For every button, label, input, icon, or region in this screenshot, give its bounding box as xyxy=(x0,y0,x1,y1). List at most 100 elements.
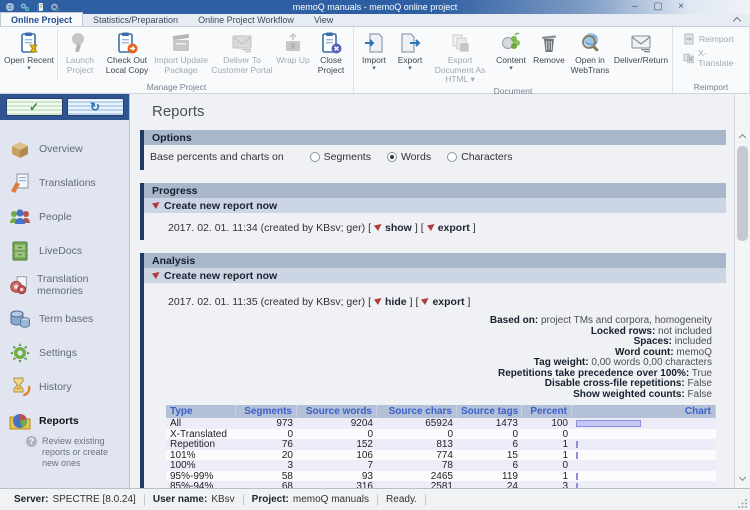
people-icon xyxy=(8,205,32,229)
red-flag-icon xyxy=(374,224,382,232)
content-icon xyxy=(499,30,523,56)
sidebar-item-overview[interactable]: Overview xyxy=(0,132,129,166)
resize-grip[interactable] xyxy=(738,498,748,508)
hide-report-link[interactable]: hide xyxy=(385,296,407,308)
tab-online-project[interactable]: Online Project xyxy=(0,12,83,26)
row-chart-cell xyxy=(572,440,716,448)
contacts-book-icon[interactable] xyxy=(35,2,45,12)
wrap-up-button[interactable]: Wrap Up xyxy=(275,28,311,81)
row-chart-cell xyxy=(572,419,716,427)
vertical-scrollbar[interactable] xyxy=(734,94,750,488)
sidebar-item-settings[interactable]: Settings xyxy=(0,336,129,370)
column-header-source-chars[interactable]: Source chars xyxy=(377,405,457,418)
radio-circle-icon xyxy=(387,152,397,162)
reimport-button[interactable]: Reimport xyxy=(683,33,739,45)
close-project-button[interactable]: Close Project xyxy=(311,28,351,81)
setting-label: Locked rows: xyxy=(591,326,655,337)
x-translate-button[interactable]: X-Translate xyxy=(683,48,739,68)
import-button[interactable]: Import ▾ xyxy=(356,28,392,85)
radio-circle-icon xyxy=(447,152,457,162)
tab-view[interactable]: View xyxy=(304,13,343,26)
export-button[interactable]: Export ▾ xyxy=(392,28,428,85)
radio-characters[interactable]: Characters xyxy=(447,151,512,163)
sidebar-item-livedocs[interactable]: LiveDocs xyxy=(0,234,129,268)
options-header: Options xyxy=(144,130,726,145)
deliver-return-button[interactable]: Deliver/Return xyxy=(612,28,670,85)
remove-button[interactable]: Remove xyxy=(530,28,568,85)
row-type: 85%-94% xyxy=(166,480,236,488)
column-header-type[interactable]: Type xyxy=(166,405,236,418)
content-button[interactable]: Content ▾ xyxy=(492,28,530,85)
sidebar-item-term-bases[interactable]: Term bases xyxy=(0,302,129,336)
ribbon-collapse-button[interactable] xyxy=(732,16,742,24)
scroll-down-button[interactable] xyxy=(735,471,750,486)
column-header-percent[interactable]: Percent xyxy=(522,405,572,418)
ribbon-button-label: Check Out Local Copy xyxy=(101,56,153,75)
ribbon-group-manage-project: Open Recent ▾ Launch Project Check Out L… xyxy=(0,27,354,93)
scroll-up-button[interactable] xyxy=(735,128,750,143)
red-flag-icon xyxy=(152,272,160,280)
help-icon[interactable]: ? xyxy=(26,436,37,447)
setting-value: project TMs and corpora, homogeneity xyxy=(538,315,712,326)
column-header-source-words[interactable]: Source words xyxy=(297,405,377,418)
status-user-label: User name: xyxy=(153,494,207,505)
server-settings-icon[interactable] xyxy=(50,2,60,12)
column-header-source-tags[interactable]: Source tags xyxy=(457,405,522,418)
deliver-to-customer-portal-button[interactable]: Deliver To Customer Portal xyxy=(209,28,275,81)
sidebar-item-reports[interactable]: Reports xyxy=(0,404,129,438)
table-row[interactable]: 85%-94%683162581243 xyxy=(166,481,716,488)
check-out-local-copy-button[interactable]: Check Out Local Copy xyxy=(101,28,153,81)
progress-create-report-link[interactable]: Create new report now xyxy=(144,198,726,213)
section-header-label: Options xyxy=(152,132,192,144)
ribbon-button-label: Export Document As HTML ▾ xyxy=(428,56,492,85)
tab-online-project-workflow[interactable]: Online Project Workflow xyxy=(188,13,304,26)
dropdown-caret-icon: ▾ xyxy=(27,66,31,72)
ribbon-button-label: Deliver To Customer Portal xyxy=(209,56,275,75)
column-header-segments[interactable]: Segments xyxy=(236,405,297,418)
radio-circle-icon xyxy=(310,152,320,162)
status-divider xyxy=(425,494,426,506)
close-button[interactable]: × xyxy=(674,1,688,13)
export-report-link[interactable]: export xyxy=(432,296,464,308)
bracket: ] xyxy=(468,296,471,308)
sidebar-action-strip: ✓ ↻ xyxy=(0,94,129,120)
tab-statistics-preparation[interactable]: Statistics/Preparation xyxy=(83,13,188,26)
radio-segments[interactable]: Segments xyxy=(310,151,371,163)
sidebar-item-history[interactable]: History xyxy=(0,370,129,404)
gears-icon[interactable] xyxy=(20,2,30,12)
confirm-button[interactable]: ✓ xyxy=(6,98,63,116)
minimize-button[interactable]: – xyxy=(628,1,642,13)
wrap-up-icon xyxy=(281,30,305,56)
ribbon-button-label: Close Project xyxy=(311,56,351,75)
maximize-button[interactable]: ▢ xyxy=(651,1,665,13)
quick-access-toolbar xyxy=(5,2,60,12)
import-update-package-button[interactable]: Import Update Package xyxy=(153,28,209,81)
column-header-chart[interactable]: Chart xyxy=(572,405,716,418)
sidebar-item-translations[interactable]: Translations xyxy=(0,166,129,200)
report-entry-text: 2017. 02. 01. 11:35 (created by KBsv; ge… xyxy=(168,296,365,308)
export-report-link[interactable]: export xyxy=(438,222,470,234)
row-source-chars: 2581 xyxy=(377,480,457,488)
sidebar-item-translation-memories[interactable]: Translation memories xyxy=(0,268,129,302)
open-recent-button[interactable]: Open Recent ▾ xyxy=(2,28,56,81)
radio-words[interactable]: Words xyxy=(387,151,431,163)
show-report-link[interactable]: show xyxy=(385,222,412,234)
analysis-create-report-link[interactable]: Create new report now xyxy=(144,268,726,283)
history-icon xyxy=(8,375,32,399)
status-project: Project: memoQ manuals xyxy=(244,494,377,505)
setting-label: Tag weight: xyxy=(534,357,589,368)
open-in-webtrans-button[interactable]: Open in WebTrans xyxy=(568,28,612,85)
globe-icon[interactable] xyxy=(5,2,15,12)
row-chart-cell xyxy=(572,472,716,480)
refresh-button[interactable]: ↻ xyxy=(67,98,124,116)
launch-project-button[interactable]: Launch Project xyxy=(59,28,101,81)
scrollbar-thumb[interactable] xyxy=(737,146,748,241)
row-segments: 68 xyxy=(236,480,297,488)
create-link-label: Create new report now xyxy=(164,200,277,212)
report-entry-text: 2017. 02. 01. 11:34 (created by KBsv; ge… xyxy=(168,222,365,234)
sidebar-item-people[interactable]: People xyxy=(0,200,129,234)
setting-value: False xyxy=(685,389,712,400)
radio-label: Characters xyxy=(461,151,512,163)
row-chart-cell xyxy=(572,465,716,466)
export-document-as-html-button[interactable]: Export Document As HTML ▾ xyxy=(428,28,492,85)
